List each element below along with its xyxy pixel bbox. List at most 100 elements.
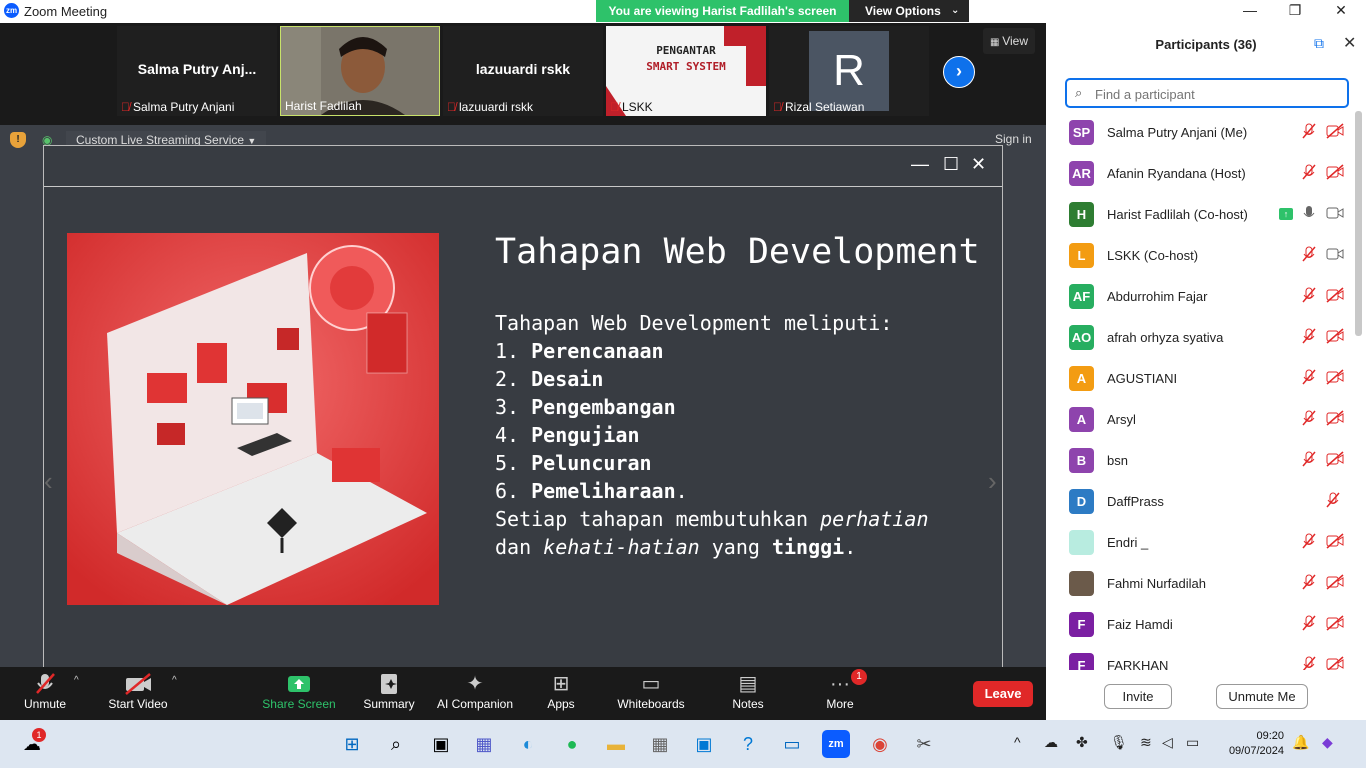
chrome-icon[interactable]: ◉: [866, 730, 894, 758]
video-off-icon[interactable]: [1326, 369, 1344, 388]
participant-row[interactable]: H Harist Fadlilah (Co-host) ↑: [1046, 195, 1356, 236]
apps-button[interactable]: ⊞ Apps: [516, 671, 606, 711]
video-thumbnail[interactable]: Salma Putry Anj... 🎙̸ Salma Putry Anjani: [117, 26, 277, 116]
volume-icon[interactable]: ◁: [1162, 734, 1173, 751]
spotify-icon[interactable]: ●: [558, 730, 586, 758]
mic-muted-icon[interactable]: [1302, 287, 1316, 306]
more-button[interactable]: ··· More: [795, 671, 885, 711]
mic-icon[interactable]: [1302, 205, 1316, 224]
mic-muted-icon[interactable]: [1302, 410, 1316, 429]
video-off-icon[interactable]: [1326, 451, 1344, 470]
participant-row[interactable]: D DaffPrass: [1046, 482, 1356, 523]
tray-cloud-icon[interactable]: ☁: [1044, 734, 1058, 751]
participant-row[interactable]: AR Afanin Ryandana (Host): [1046, 154, 1356, 195]
mic-muted-icon[interactable]: [1302, 164, 1316, 183]
video-off-icon[interactable]: [1326, 123, 1344, 142]
start-video-button[interactable]: Start Video: [93, 671, 183, 711]
popout-icon[interactable]: ⧉: [1314, 35, 1324, 52]
slide-close-icon[interactable]: ✕: [971, 154, 986, 175]
mic-muted-icon[interactable]: [1302, 123, 1316, 142]
participant-row[interactable]: L LSKK (Co-host): [1046, 236, 1356, 277]
file-explorer-icon[interactable]: ▬: [602, 730, 630, 758]
wifi-icon[interactable]: ≋: [1140, 734, 1152, 751]
mic-muted-icon[interactable]: [1302, 369, 1316, 388]
store-icon[interactable]: ▣: [690, 730, 718, 758]
clock[interactable]: 09:20 09/07/2024: [1218, 729, 1284, 759]
help-icon[interactable]: ?: [734, 730, 762, 758]
sign-in-link[interactable]: Sign in: [995, 132, 1032, 146]
participant-row[interactable]: Fahmi Nurfadilah: [1046, 564, 1356, 605]
mic-muted-icon[interactable]: [1302, 451, 1316, 470]
mic-muted-icon[interactable]: [1302, 615, 1316, 634]
news-icon[interactable]: ▭: [778, 730, 806, 758]
leave-button[interactable]: Leave: [973, 681, 1033, 707]
battery-icon[interactable]: ▭: [1186, 734, 1199, 751]
restore-button[interactable]: ❐: [1280, 2, 1310, 19]
participant-search[interactable]: ⌕: [1065, 78, 1349, 108]
mic-muted-icon[interactable]: [1302, 656, 1316, 670]
video-thumbnail[interactable]: PENGANTAR SMART SYSTEM 🎙̸ LSKK: [606, 26, 766, 116]
prev-slide-arrow-icon[interactable]: ‹: [44, 466, 53, 497]
zoom-taskbar-icon[interactable]: zm: [822, 730, 850, 758]
unmute-me-button[interactable]: Unmute Me: [1216, 684, 1308, 709]
tray-overflow-icon[interactable]: ^: [1014, 734, 1021, 750]
participant-row[interactable]: AO afrah orhyza syativa: [1046, 318, 1356, 359]
video-off-icon[interactable]: [1326, 615, 1344, 634]
notification-bell-icon[interactable]: 🔔: [1292, 734, 1309, 751]
video-icon[interactable]: [1326, 246, 1344, 265]
participant-row[interactable]: F Faiz Hamdi: [1046, 605, 1356, 646]
participant-row[interactable]: A AGUSTIANI: [1046, 359, 1356, 400]
view-layout-button[interactable]: ▦ View: [983, 28, 1035, 54]
mic-muted-icon[interactable]: [1302, 328, 1316, 347]
calculator-icon[interactable]: ▦: [646, 730, 674, 758]
copilot-icon[interactable]: ◆: [1322, 734, 1333, 751]
video-thumbnail[interactable]: lazuuardi rskk 🎙̸ lazuuardi rskk: [443, 26, 603, 116]
participant-row[interactable]: F FARKHAN: [1046, 646, 1356, 670]
audio-options-caret[interactable]: ^: [74, 675, 79, 686]
whiteboards-button[interactable]: ▭ Whiteboards: [606, 671, 696, 711]
close-icon[interactable]: ✕: [1343, 33, 1356, 53]
tray-app-icon[interactable]: ✤: [1076, 734, 1088, 751]
next-slide-arrow-icon[interactable]: ›: [988, 466, 997, 497]
slide-maximize-icon[interactable]: ☐: [943, 154, 959, 175]
edge-icon[interactable]: ◐: [514, 730, 542, 758]
video-off-icon[interactable]: [1326, 656, 1344, 670]
search-icon[interactable]: ⌕: [382, 730, 410, 758]
close-window-button[interactable]: ✕: [1326, 2, 1356, 19]
next-page-button[interactable]: ›: [943, 56, 975, 88]
view-options-button[interactable]: View Options ⌄: [849, 0, 969, 22]
minimize-button[interactable]: —: [1235, 2, 1265, 18]
participant-row[interactable]: Bbsn: [1046, 441, 1356, 482]
invite-button[interactable]: Invite: [1104, 684, 1172, 709]
participant-row[interactable]: Endri _: [1046, 523, 1356, 564]
video-off-icon[interactable]: [1326, 574, 1344, 593]
video-off-icon[interactable]: [1326, 410, 1344, 429]
video-off-icon[interactable]: [1326, 287, 1344, 306]
mic-muted-icon[interactable]: [1302, 574, 1316, 593]
video-icon[interactable]: [1326, 205, 1344, 224]
mic-muted-icon[interactable]: [1302, 246, 1316, 265]
search-input[interactable]: [1093, 83, 1347, 105]
slide-minimize-icon[interactable]: —: [911, 154, 929, 175]
participant-row[interactable]: SP Salma Putry Anjani (Me): [1046, 113, 1356, 154]
mic-muted-icon[interactable]: [1326, 492, 1340, 511]
participant-row[interactable]: A Arsyl: [1046, 400, 1356, 441]
shield-icon[interactable]: !: [10, 132, 26, 148]
video-off-icon[interactable]: [1326, 533, 1344, 552]
teams-icon[interactable]: ▦: [470, 730, 498, 758]
video-off-icon[interactable]: [1326, 328, 1344, 347]
ai-companion-button[interactable]: ✦ AI Companion: [430, 671, 520, 711]
snipping-tool-icon[interactable]: ✂: [910, 730, 938, 758]
scrollbar[interactable]: [1355, 111, 1362, 336]
tray-mic-icon[interactable]: 🎙: [1110, 734, 1128, 751]
mic-muted-icon[interactable]: [1302, 533, 1316, 552]
task-view-icon[interactable]: ▣: [427, 730, 455, 758]
video-thumbnail-active[interactable]: Harist Fadlilah: [280, 26, 440, 116]
start-icon[interactable]: ⊞: [338, 730, 366, 758]
video-thumbnail[interactable]: R 🎙̸ Rizal Setiawan: [769, 26, 929, 116]
video-options-caret[interactable]: ^: [172, 675, 177, 686]
share-screen-button[interactable]: Share Screen: [254, 671, 344, 711]
notes-button[interactable]: ▤ Notes: [703, 671, 793, 711]
video-off-icon[interactable]: [1326, 164, 1344, 183]
summary-button[interactable]: Summary: [344, 671, 434, 711]
